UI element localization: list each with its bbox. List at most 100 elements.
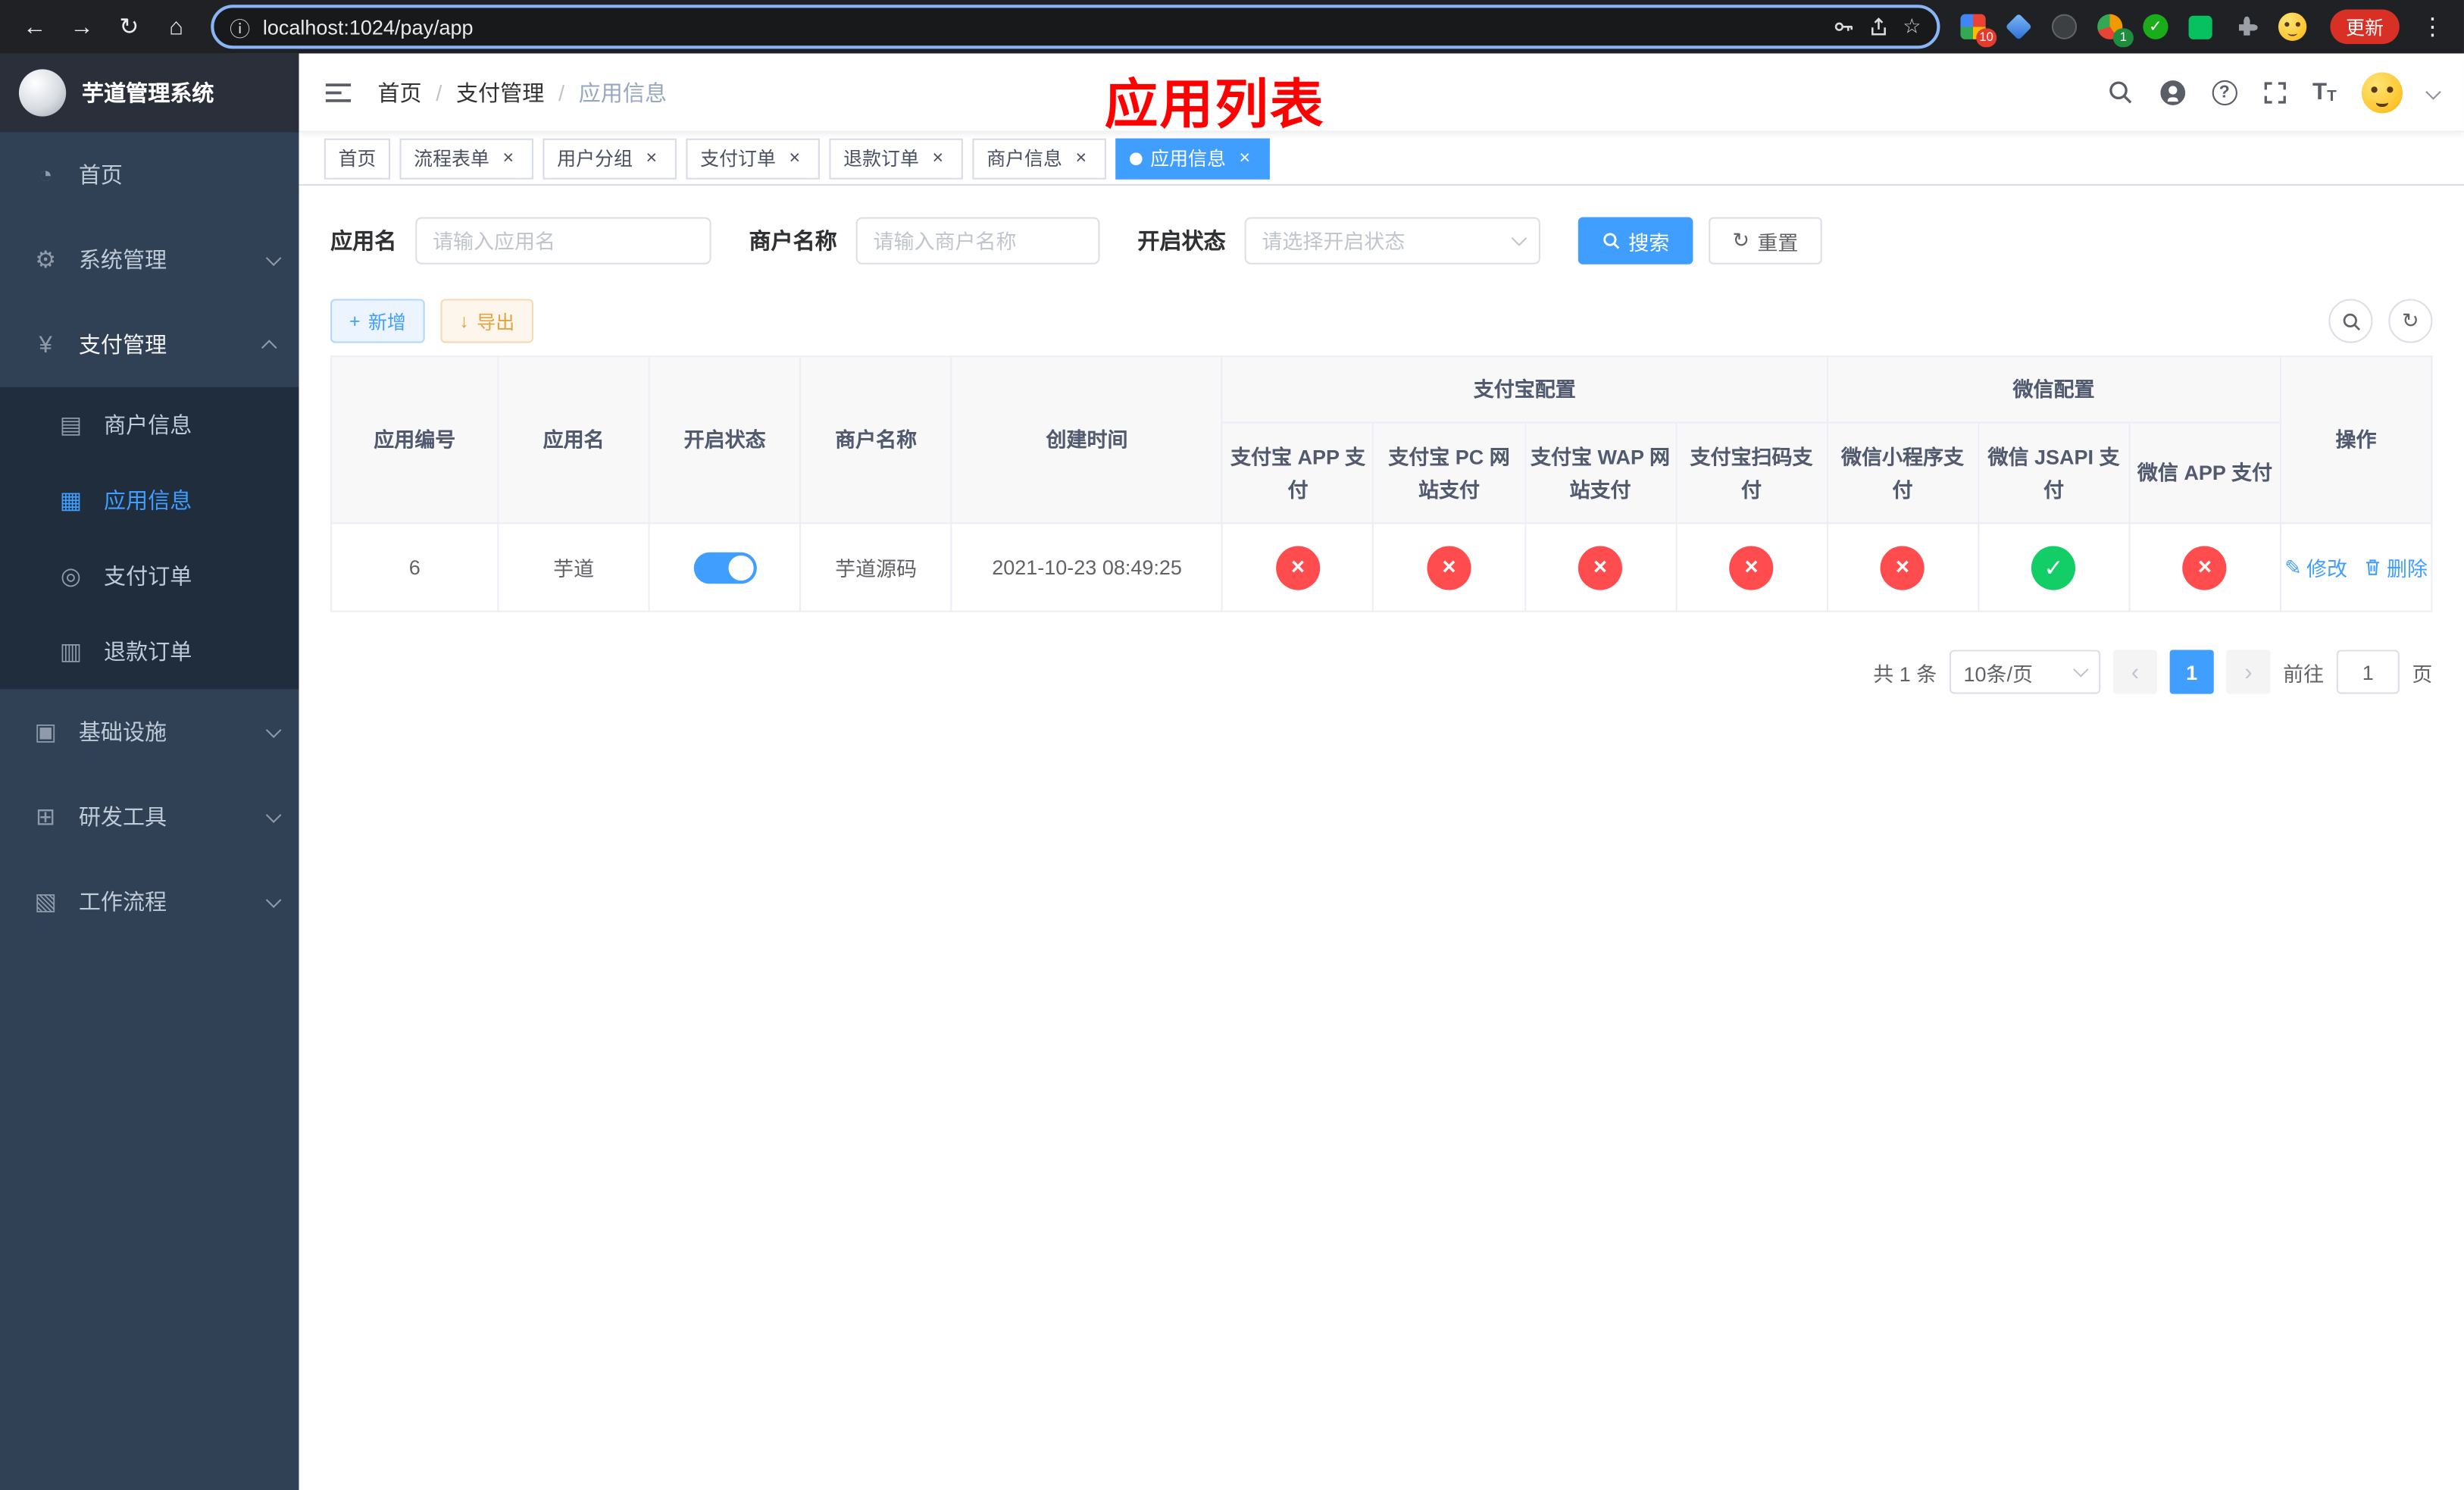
workflow-icon: ▧ bbox=[34, 889, 57, 916]
col-app-id: 应用编号 bbox=[330, 355, 499, 524]
add-button[interactable]: + 新增 bbox=[330, 299, 425, 343]
breadcrumb-payment[interactable]: 支付管理 bbox=[456, 77, 544, 108]
extension-dark-circle-icon[interactable] bbox=[2050, 13, 2078, 41]
page-number-1[interactable]: 1 bbox=[2169, 650, 2214, 694]
address-bar[interactable]: ⓘ localhost:1024/pay/app ☆ bbox=[211, 5, 1940, 49]
fullscreen-icon[interactable] bbox=[2262, 80, 2287, 105]
url-text[interactable]: localhost:1024/pay/app bbox=[263, 15, 1821, 39]
reset-icon: ↻ bbox=[1732, 228, 1750, 252]
export-button[interactable]: ↓ 导出 bbox=[440, 299, 534, 343]
col-status: 开启状态 bbox=[648, 355, 802, 524]
extension-green-circle-icon[interactable]: ✓ bbox=[2141, 13, 2169, 41]
app-name-input[interactable] bbox=[415, 217, 711, 265]
search-button[interactable]: 搜索 bbox=[1578, 217, 1693, 265]
active-tab-dot bbox=[1130, 152, 1143, 164]
delete-link[interactable]: 删除 bbox=[2363, 552, 2428, 582]
sidebar-item-system[interactable]: ⚙ 系统管理 bbox=[0, 218, 299, 302]
chevron-down-icon bbox=[265, 722, 282, 737]
sidebar-item-dev-tools[interactable]: ⊞ 研发工具 bbox=[0, 774, 299, 859]
page-size-select[interactable]: 10条/页 bbox=[1949, 650, 2101, 694]
edit-link[interactable]: ✎ 修改 bbox=[2284, 552, 2347, 582]
breadcrumb-home[interactable]: 首页 bbox=[377, 77, 421, 108]
close-icon[interactable]: × bbox=[1234, 146, 1255, 169]
tab-user-group[interactable]: 用户分组 × bbox=[543, 137, 677, 179]
search-icon[interactable] bbox=[2106, 79, 2133, 105]
sidebar-item-label: 工作流程 bbox=[78, 889, 167, 915]
goto-page-input[interactable] bbox=[2336, 650, 2400, 694]
browser-forward-button[interactable]: → bbox=[60, 5, 104, 49]
refresh-button[interactable]: ↻ bbox=[2388, 299, 2433, 343]
cell-alipay-wap: × bbox=[1524, 522, 1677, 612]
col-create-time: 创建时间 bbox=[950, 355, 1224, 524]
close-icon[interactable]: × bbox=[1070, 146, 1092, 169]
close-icon[interactable]: × bbox=[783, 146, 805, 169]
reset-button[interactable]: ↻ 重置 bbox=[1709, 217, 1822, 265]
sidebar-item-label: 退款订单 bbox=[104, 638, 192, 665]
extensions-area: 10 1 ✓ 更新 ⋮ bbox=[1959, 9, 2451, 48]
site-info-icon[interactable]: ⓘ bbox=[230, 12, 250, 42]
sidebar-item-label: 基础设施 bbox=[78, 718, 167, 745]
sidebar-item-workflow[interactable]: ▧ 工作流程 bbox=[0, 859, 299, 944]
sidebar-item-refund-order[interactable]: ▥ 退款订单 bbox=[0, 614, 299, 690]
github-icon[interactable] bbox=[2159, 78, 2187, 106]
bookmark-star-icon[interactable]: ☆ bbox=[1903, 14, 1921, 39]
sidebar-item-pay-order[interactable]: ◎ 支付订单 bbox=[0, 538, 299, 614]
browser-profile-avatar[interactable] bbox=[2278, 12, 2307, 41]
sidebar-item-payment[interactable]: ¥ 支付管理 bbox=[0, 302, 299, 387]
pagination-total: 共 1 条 bbox=[1873, 662, 1937, 686]
status-toggle[interactable] bbox=[693, 551, 757, 584]
extension-grid-icon[interactable]: 10 bbox=[1959, 13, 1997, 48]
tab-app-info[interactable]: 应用信息 × bbox=[1115, 137, 1271, 179]
sidebar-item-home[interactable]: ◔ 首页 bbox=[0, 132, 299, 217]
extension-green-square-icon[interactable] bbox=[2187, 13, 2215, 41]
password-key-icon[interactable] bbox=[1834, 16, 1856, 38]
close-icon[interactable]: × bbox=[927, 146, 949, 169]
extension-puzzle-icon[interactable] bbox=[2233, 13, 2261, 41]
toggle-search-button[interactable] bbox=[2328, 299, 2373, 343]
sidebar-item-label: 支付管理 bbox=[78, 332, 167, 358]
status-select[interactable] bbox=[1244, 217, 1540, 265]
col-group-alipay: 支付宝配置 bbox=[1221, 355, 1828, 424]
sidebar-logo-row[interactable]: 芋道管理系统 bbox=[0, 53, 299, 133]
close-icon[interactable]: × bbox=[497, 146, 519, 169]
close-icon[interactable]: × bbox=[640, 146, 662, 169]
tab-process-form[interactable]: 流程表单 × bbox=[399, 137, 534, 179]
browser-menu-icon[interactable]: ⋮ bbox=[2417, 13, 2449, 41]
col-app-name: 应用名 bbox=[497, 355, 650, 524]
prev-page-button[interactable]: ‹ bbox=[2112, 650, 2157, 694]
order-icon: ◎ bbox=[60, 563, 82, 590]
user-avatar[interactable] bbox=[2361, 71, 2403, 113]
tab-pay-order[interactable]: 支付订单 × bbox=[686, 137, 821, 179]
sidebar-item-label: 支付订单 bbox=[104, 563, 192, 589]
tab-label: 流程表单 bbox=[414, 148, 489, 171]
help-icon[interactable]: ? bbox=[2212, 79, 2237, 105]
pagination: 共 1 条 10条/页 ‹ 1 › 前往 页 bbox=[330, 650, 2432, 694]
extension-diamond-icon[interactable] bbox=[2005, 13, 2033, 41]
cell-merchant: 芋道源码 bbox=[799, 522, 952, 612]
sidebar-item-merchant-info[interactable]: ▤ 商户信息 bbox=[0, 387, 299, 463]
sidebar-item-app-info[interactable]: ▦ 应用信息 bbox=[0, 462, 299, 538]
extension-avatar-icon[interactable]: 1 bbox=[2096, 13, 2134, 48]
merchant-name-input[interactable] bbox=[855, 217, 1100, 265]
app-title: 芋道管理系统 bbox=[81, 80, 214, 106]
browser-update-button[interactable]: 更新 bbox=[2330, 9, 2400, 45]
tab-merchant-info[interactable]: 商户信息 × bbox=[972, 137, 1107, 179]
browser-home-button[interactable]: ⌂ bbox=[155, 5, 199, 49]
cell-alipay-app: × bbox=[1221, 522, 1374, 612]
col-wx-mini: 微信小程序支付 bbox=[1826, 421, 1979, 524]
browser-reload-button[interactable]: ↻ bbox=[107, 5, 151, 49]
share-icon[interactable] bbox=[1868, 16, 1890, 38]
avatar-caret-icon[interactable] bbox=[2425, 84, 2441, 100]
cell-actions: ✎ 修改 删除 bbox=[2279, 522, 2433, 612]
font-size-icon[interactable]: TT bbox=[2312, 79, 2337, 105]
browser-back-button[interactable]: ← bbox=[13, 5, 57, 49]
next-page-button[interactable]: › bbox=[2226, 650, 2271, 694]
tab-refund-order[interactable]: 退款订单 × bbox=[829, 137, 964, 179]
col-wx-jsapi: 微信 JSAPI 支付 bbox=[1977, 421, 2131, 524]
dashboard-icon: ◔ bbox=[38, 161, 53, 189]
sidebar-collapse-icon[interactable] bbox=[299, 81, 378, 103]
chevron-down-icon bbox=[265, 249, 282, 265]
sidebar-item-infrastructure[interactable]: ▣ 基础设施 bbox=[0, 689, 299, 774]
tab-home[interactable]: 首页 bbox=[324, 137, 391, 179]
disabled-cross-icon: × bbox=[2182, 545, 2228, 590]
